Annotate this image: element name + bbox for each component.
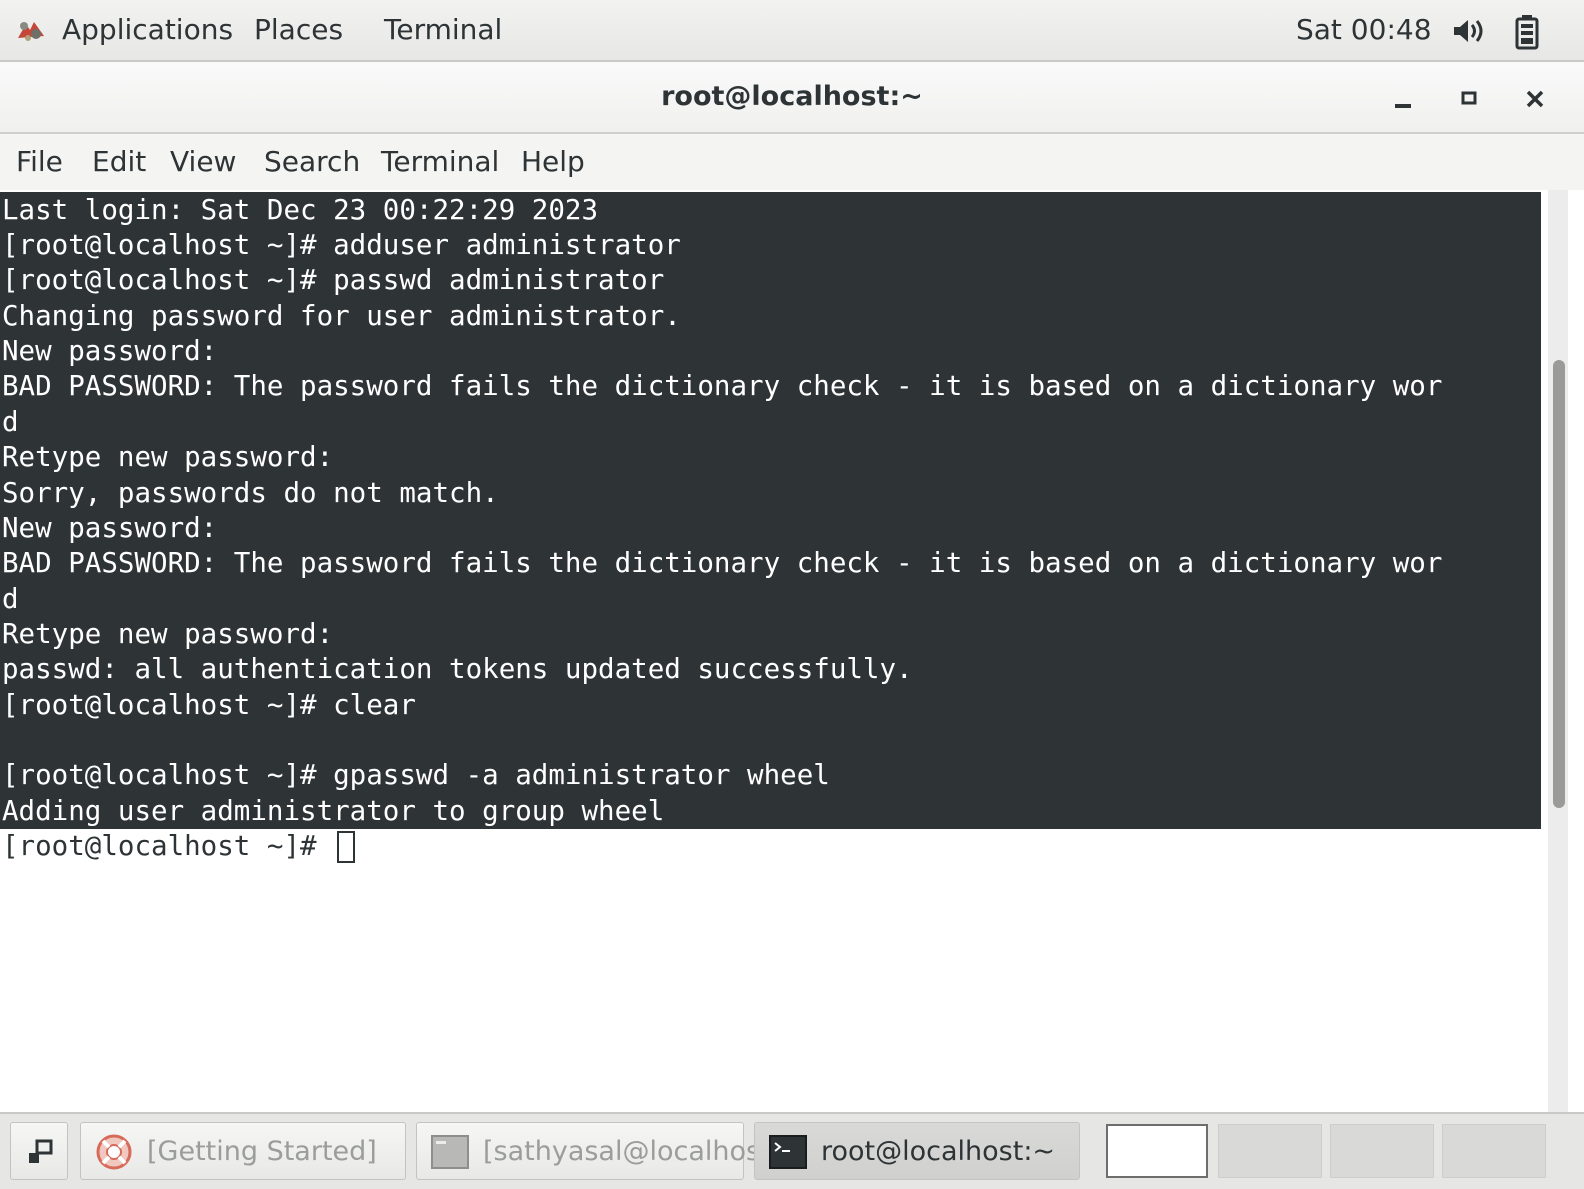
battery-icon[interactable]	[1512, 14, 1542, 50]
task-root-terminal[interactable]: root@localhost:~	[754, 1122, 1080, 1180]
workspace-4[interactable]	[1442, 1124, 1546, 1178]
menu-terminal[interactable]: Terminal	[381, 144, 499, 180]
menu-file[interactable]: File	[16, 144, 63, 180]
menu-help[interactable]: Help	[521, 144, 585, 180]
terminal-view[interactable]: Last login: Sat Dec 23 00:22:29 2023 [ro…	[0, 190, 1548, 1112]
terminal-app-menu[interactable]: Terminal	[384, 12, 502, 48]
show-desktop-button[interactable]	[10, 1122, 68, 1180]
terminal-prompt-line[interactable]: [root@localhost ~]#	[0, 828, 356, 864]
terminal-line: [root@localhost ~]# passwd administrator	[0, 262, 1541, 298]
task-label: [Getting Started]	[147, 1136, 377, 1167]
show-desktop-icon	[29, 1139, 53, 1163]
menu-view[interactable]: View	[170, 144, 236, 180]
minimize-icon[interactable]	[1386, 82, 1420, 116]
task-user-terminal[interactable]: [sathyasal@localhos...	[416, 1122, 786, 1180]
workspace-2[interactable]	[1218, 1124, 1322, 1178]
volume-icon[interactable]	[1450, 16, 1490, 46]
terminal-line: [root@localhost ~]# gpasswd -a administr…	[0, 757, 1541, 793]
terminal-line: Adding user administrator to group wheel	[0, 793, 1541, 829]
text-cursor	[337, 831, 356, 863]
task-getting-started[interactable]: [Getting Started]	[80, 1122, 406, 1180]
window-title: root@localhost:~	[661, 81, 923, 112]
maximize-icon[interactable]	[1452, 82, 1486, 116]
workspace-3[interactable]	[1330, 1124, 1434, 1178]
menu-search[interactable]: Search	[264, 144, 360, 180]
terminal-line: [root@localhost ~]# clear	[0, 687, 1541, 723]
task-label: root@localhost:~	[821, 1136, 1056, 1167]
applications-menu[interactable]: Applications	[62, 12, 233, 48]
scrollbar-thumb[interactable]	[1553, 360, 1565, 808]
terminal-line: Sorry, passwords do not match.	[0, 475, 1541, 511]
terminal-line: d	[0, 581, 1541, 617]
terminal-line: BAD PASSWORD: The password fails the dic…	[0, 368, 1541, 404]
terminal-prompt: [root@localhost ~]#	[2, 830, 334, 862]
terminal-icon	[769, 1135, 807, 1169]
places-menu[interactable]: Places	[254, 12, 343, 48]
bottom-taskbar: [Getting Started] [sathyasal@localhos...…	[0, 1112, 1584, 1189]
terminal-icon	[431, 1135, 469, 1169]
terminal-line: Changing password for user administrator…	[0, 298, 1541, 334]
terminal-line: New password:	[0, 510, 1541, 546]
top-panel: Applications Places Terminal Sat 00:48	[0, 0, 1584, 62]
task-label: [sathyasal@localhos...	[483, 1136, 786, 1167]
terminal-line: Last login: Sat Dec 23 00:22:29 2023	[0, 192, 1541, 228]
terminal-line: BAD PASSWORD: The password fails the dic…	[0, 545, 1541, 581]
terminal-line: passwd: all authentication tokens update…	[0, 651, 1541, 687]
workspace-1[interactable]	[1106, 1124, 1208, 1178]
terminal-line: Retype new password:	[0, 616, 1541, 652]
terminal-line: [root@localhost ~]# adduser administrato…	[0, 227, 1541, 263]
window-titlebar[interactable]: root@localhost:~	[0, 62, 1584, 134]
applications-icon[interactable]	[14, 16, 48, 46]
terminal-line: New password:	[0, 333, 1541, 369]
terminal-line	[0, 722, 1541, 758]
menubar: File Edit View Search Terminal Help	[0, 134, 1584, 190]
terminal-line: Retype new password:	[0, 439, 1541, 475]
menu-edit[interactable]: Edit	[92, 144, 146, 180]
terminal-line: d	[0, 404, 1541, 440]
help-lifebuoy-icon	[96, 1134, 132, 1170]
clock[interactable]: Sat 00:48	[1296, 12, 1432, 48]
close-icon[interactable]	[1518, 82, 1552, 116]
